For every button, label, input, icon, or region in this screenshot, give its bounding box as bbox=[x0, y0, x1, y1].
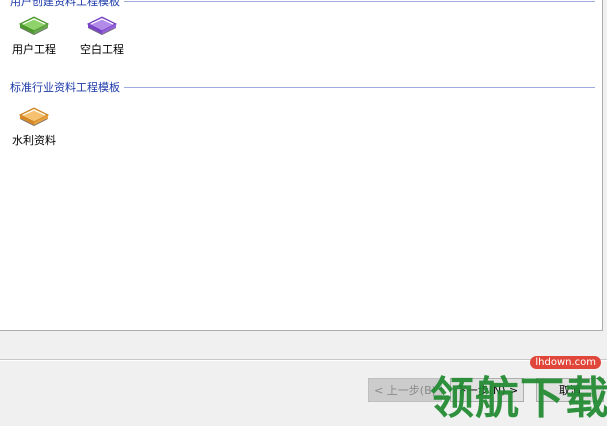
group-header-user: 用户创建资料工程模板 bbox=[10, 0, 595, 8]
group-title: 用户创建资料工程模板 bbox=[10, 0, 120, 8]
group-title: 标准行业资料工程模板 bbox=[10, 81, 120, 94]
group-header-standard: 标准行业资料工程模板 bbox=[10, 80, 595, 94]
group-divider bbox=[124, 86, 595, 88]
purple-book-icon bbox=[86, 16, 118, 35]
orange-book-icon bbox=[18, 107, 50, 126]
watermark-site: lhdown.com bbox=[530, 356, 601, 369]
template-panel: 用户创建资料工程模板 用户工程 空白工程 标准行业资料工程模板 水利资料 bbox=[0, 0, 603, 331]
group-divider bbox=[124, 0, 595, 2]
template-user-project[interactable]: 用户工程 bbox=[6, 12, 62, 60]
tile-label: 水利资料 bbox=[12, 134, 56, 147]
cancel-button[interactable]: 取消 bbox=[536, 378, 604, 402]
template-water-resources[interactable]: 水利资料 bbox=[6, 103, 62, 151]
template-blank-project[interactable]: 空白工程 bbox=[74, 12, 130, 60]
prev-button[interactable]: < 上一步(B) bbox=[368, 378, 442, 402]
next-button[interactable]: 下一步(N) > bbox=[450, 378, 524, 402]
green-book-icon bbox=[18, 16, 50, 35]
tile-label: 空白工程 bbox=[80, 43, 124, 56]
footer-divider-highlight bbox=[0, 360, 607, 361]
tile-label: 用户工程 bbox=[12, 43, 56, 56]
